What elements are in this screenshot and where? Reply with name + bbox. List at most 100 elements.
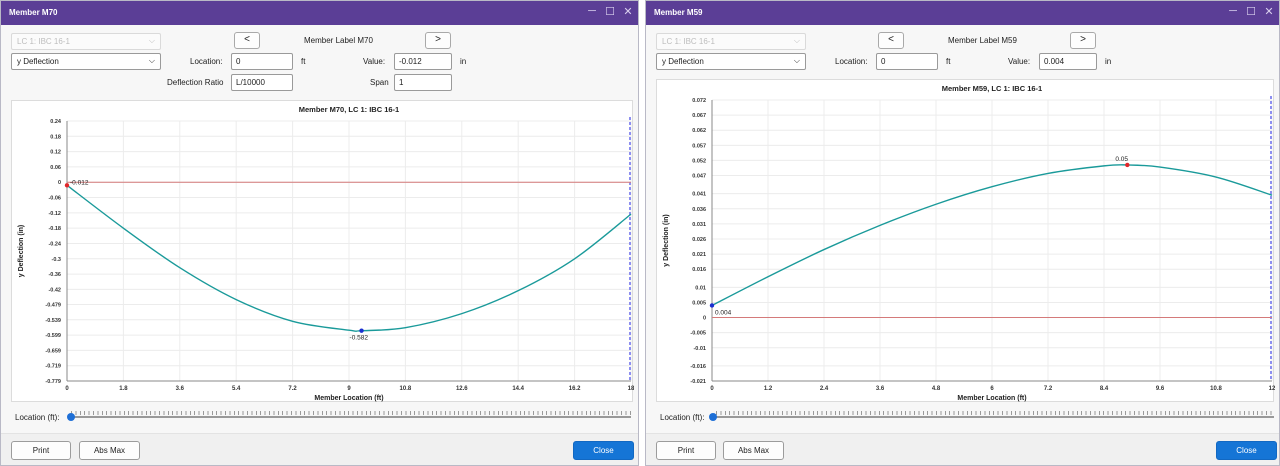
y-tick-label: 0.062 (692, 128, 706, 134)
abs-max-button[interactable]: Abs Max (723, 441, 784, 460)
minimize-icon[interactable]: ─ (1227, 5, 1239, 18)
location-slider-thumb[interactable] (67, 413, 75, 421)
y-tick-label: 0.031 (692, 222, 706, 228)
x-tick-label: 3.6 (176, 386, 185, 392)
title-bar[interactable]: Member M70 ─ ☐ ✕ (1, 1, 638, 25)
location-unit: ft (946, 57, 951, 66)
next-member-button[interactable]: > (1070, 32, 1096, 49)
x-tick-label: 4.8 (932, 386, 941, 392)
result-type-select[interactable]: y Deflection ⌵ (11, 53, 161, 70)
result-type-select[interactable]: y Deflection ⌵ (656, 53, 806, 70)
deflection-chart[interactable]: Member M70, LC 1: IBC 16-1 0 1.8 3.6 5.4 7.2 9… (11, 100, 634, 402)
chevron-right-icon: > (435, 34, 441, 45)
print-button[interactable]: Print (11, 441, 71, 460)
close-button[interactable]: Close (1216, 441, 1277, 460)
x-tick-label: 5.4 (232, 386, 241, 392)
window-title: Member M70 (9, 8, 58, 17)
close-button[interactable]: Close (573, 441, 634, 460)
chart-svg: Member M59, LC 1: IBC 16-1 0 1.2 2.4 3.6 4.8 6… (663, 84, 1275, 402)
y-tick-label: 0.072 (692, 98, 706, 104)
window-content: LC 1: IBC 16-1 ⌵ < Member Label M59 > y … (646, 25, 1279, 465)
x-tick-label: 16.2 (569, 386, 581, 392)
y-tick-label: 0.12 (50, 150, 61, 156)
deflection-ratio-input[interactable]: L/10000 (231, 74, 293, 91)
value-marker (1125, 162, 1130, 168)
value-label: 0.05 (1115, 156, 1128, 163)
load-case-select[interactable]: LC 1: IBC 16-1 ⌵ (656, 33, 806, 50)
y-axis-label: y Deflection (in) (18, 225, 25, 278)
value-unit: in (460, 57, 467, 66)
x-tick-label: 2.4 (820, 386, 829, 392)
x-tick-label: 14.4 (512, 386, 524, 392)
value-marker (359, 328, 364, 333)
maximize-icon[interactable]: ☐ (604, 5, 616, 18)
x-tick-label: 7.2 (1044, 386, 1053, 392)
y-tick-label: 0.18 (50, 134, 61, 140)
y-tick-label: 0.041 (692, 192, 706, 198)
y-tick-label: -0.779 (45, 379, 61, 385)
y-tick-label: -0.599 (45, 333, 61, 339)
previous-member-button[interactable]: < (878, 32, 904, 49)
chevron-down-icon: ⌵ (793, 36, 800, 45)
close-icon[interactable]: ✕ (622, 5, 634, 18)
next-member-button[interactable]: > (425, 32, 451, 49)
x-tick-label: 0 (710, 386, 714, 392)
y-tick-label: -0.659 (45, 348, 61, 354)
x-tick-label: 1.2 (764, 386, 773, 392)
y-tick-label: -0.01 (693, 346, 706, 352)
y-tick-label: -0.016 (690, 364, 706, 370)
previous-member-button[interactable]: < (234, 32, 260, 49)
load-case-value: LC 1: IBC 16-1 (662, 37, 715, 46)
y-tick-label: -0.719 (45, 364, 61, 370)
x-axis-label: Member Location (ft) (957, 395, 1026, 402)
chevron-right-icon: > (1080, 34, 1086, 45)
x-tick-label: 7.2 (288, 386, 297, 392)
y-tick-label: 0.047 (692, 174, 706, 180)
y-tick-label: -0.479 (45, 302, 61, 308)
window-title: Member M59 (654, 8, 703, 17)
bottom-bar: Print Abs Max Close (646, 433, 1279, 465)
location-unit: ft (301, 57, 306, 66)
value-input[interactable]: -0.012 (394, 53, 452, 70)
x-axis-label: Member Location (ft) (314, 395, 383, 402)
deflection-chart[interactable]: Member M59, LC 1: IBC 16-1 0 1.2 2.4 3.6 4.8 6… (656, 79, 1275, 402)
y-tick-label: 0.052 (692, 158, 706, 164)
y-tick-label: 0.021 (692, 252, 706, 258)
value-label: 0.004 (715, 309, 732, 316)
location-slider-track[interactable] (716, 416, 1274, 418)
y-tick-label: -0.021 (690, 379, 706, 385)
y-tick-label: 0.067 (692, 113, 706, 119)
close-icon[interactable]: ✕ (1263, 5, 1275, 18)
y-tick-label: -0.12 (48, 211, 61, 217)
load-case-select[interactable]: LC 1: IBC 16-1 ⌵ (11, 33, 161, 50)
span-input[interactable]: 1 (394, 74, 452, 91)
value-label: Value: (1008, 57, 1031, 66)
y-tick-label: -0.24 (48, 241, 61, 247)
minimize-icon[interactable]: ─ (586, 5, 598, 18)
y-tick-label: -0.36 (48, 272, 61, 278)
value-marker (64, 183, 70, 188)
location-input[interactable]: 0 (231, 53, 293, 70)
location-slider-track[interactable] (71, 416, 631, 418)
y-tick-label: -0.539 (45, 318, 61, 324)
window-controls: ─ ☐ ✕ (1227, 5, 1275, 18)
value-label: -0.012 (70, 179, 89, 186)
value-input[interactable]: 0.004 (1039, 53, 1097, 70)
maximize-icon[interactable]: ☐ (1245, 5, 1257, 18)
y-tick-label: -0.3 (52, 257, 61, 263)
x-tick-label: 12.6 (456, 386, 468, 392)
member-label: Member Label M70 (304, 36, 373, 45)
location-label: Location: (190, 57, 223, 66)
member-window-m70: Member M70 ─ ☐ ✕ LC 1: IBC 16-1 ⌵ < Memb… (0, 0, 639, 466)
slider-label: Location (ft): (15, 413, 60, 422)
y-tick-label: 0 (703, 316, 706, 322)
print-button[interactable]: Print (656, 441, 716, 460)
result-type-value: y Deflection (662, 57, 704, 66)
abs-max-button[interactable]: Abs Max (79, 441, 140, 460)
title-bar[interactable]: Member M59 ─ ☐ ✕ (646, 1, 1279, 25)
x-tick-label: 0 (65, 386, 69, 392)
location-input[interactable]: 0 (876, 53, 938, 70)
location-slider-thumb[interactable] (709, 413, 717, 421)
y-tick-label: -0.005 (690, 331, 706, 337)
y-tick-label: 0.01 (695, 285, 706, 291)
